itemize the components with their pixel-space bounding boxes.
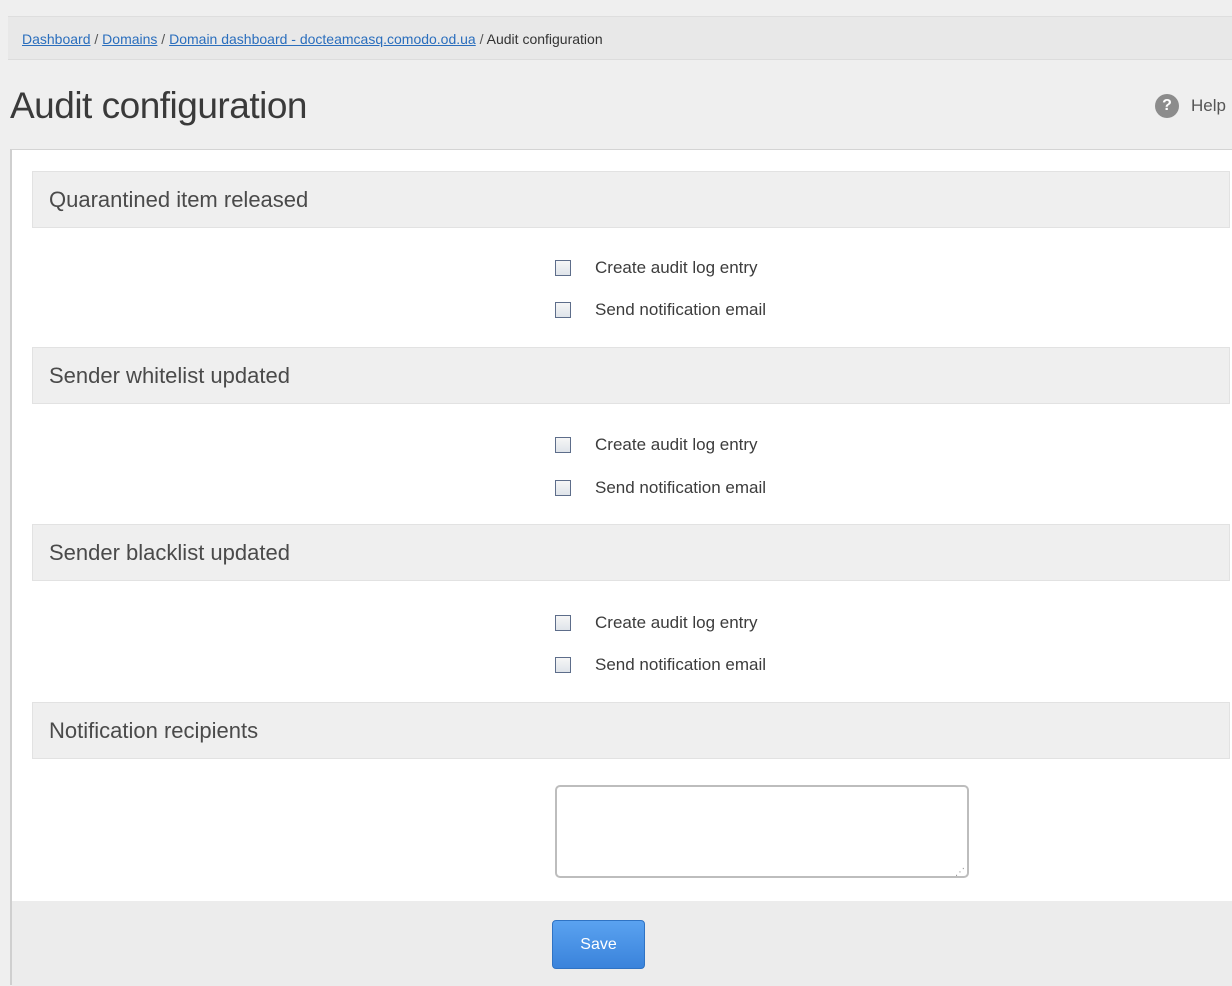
option-blacklist-create-audit-log[interactable]: Create audit log entry [555,613,758,633]
audit-config-panel: Quarantined item released Create audit l… [10,149,1232,986]
option-blacklist-send-notification[interactable]: Send notification email [555,655,766,675]
breadcrumb-link-domains[interactable]: Domains [102,31,157,47]
option-label: Create audit log entry [595,613,758,632]
breadcrumb-separator: / [475,31,487,47]
section-header-notification-recipients: Notification recipients [32,702,1230,759]
breadcrumb: Dashboard / Domains / Domain dashboard -… [8,16,1232,60]
breadcrumb-separator: / [157,31,170,47]
section-header-sender-blacklist-updated: Sender blacklist updated [32,524,1230,581]
help-link[interactable]: ? Help [1155,94,1226,118]
checkbox[interactable] [555,437,571,453]
option-whitelist-create-audit-log[interactable]: Create audit log entry [555,435,758,455]
page-header: Audit configuration ? Help [10,80,1232,140]
breadcrumb-current: Audit configuration [486,31,603,47]
help-label: Help [1191,96,1226,115]
breadcrumb-link-dashboard[interactable]: Dashboard [22,31,91,47]
option-label: Send notification email [595,300,767,319]
checkbox[interactable] [555,657,571,673]
checkbox[interactable] [555,615,571,631]
section-header-sender-whitelist-updated: Sender whitelist updated [32,347,1230,404]
breadcrumb-link-domain-dashboard[interactable]: Domain dashboard - docteamcasq.comodo.od… [169,31,476,47]
section-header-quarantined-item-released: Quarantined item released [32,171,1230,228]
notification-recipients-textarea[interactable] [555,785,969,878]
option-label: Send notification email [595,655,767,674]
breadcrumb-separator: / [90,31,103,47]
checkbox[interactable] [555,480,571,496]
option-quarantined-create-audit-log[interactable]: Create audit log entry [555,258,758,278]
checkbox[interactable] [555,302,571,318]
option-whitelist-send-notification[interactable]: Send notification email [555,478,766,498]
save-button[interactable]: Save [552,920,645,969]
option-label: Create audit log entry [595,258,758,277]
page-title: Audit configuration [10,85,307,126]
option-label: Create audit log entry [595,435,758,454]
resize-grip-icon[interactable]: ⋰ [955,862,965,880]
checkbox[interactable] [555,260,571,276]
form-footer: Save [12,901,1232,986]
option-label: Send notification email [595,478,767,497]
question-circle-icon: ? [1155,94,1180,118]
option-quarantined-send-notification[interactable]: Send notification email [555,300,766,320]
